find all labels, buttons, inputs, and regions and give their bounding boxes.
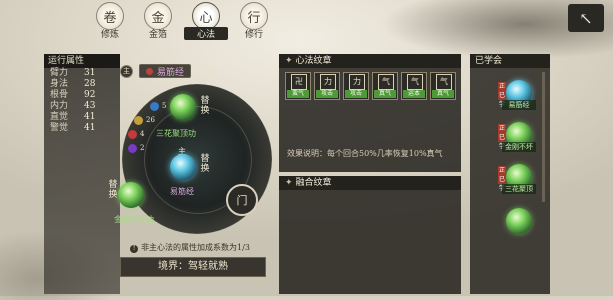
stat-number: 5 [162,102,167,110]
learned-title: 已学会 [470,54,550,68]
attr-name: 直觉 [50,112,69,122]
gold-icon: 金 [144,2,172,30]
stat-marker-icon [128,144,137,153]
realm-label: 境界：驾轻就熟 [120,257,266,277]
practice-icon: 行 [240,2,268,30]
tab-label: 修行 [244,30,263,40]
skill-label: 易筋经 [170,187,194,196]
panel-title-text: 融合纹章 [295,178,332,188]
tab-label: 修炼 [100,30,119,40]
notice-text: ! 非主心法的属性加成系数为1/3 [104,242,276,253]
attr-name: 根骨 [50,90,69,100]
skill-orb-icon [506,208,532,234]
panel-title: ✦ 心法纹章 [279,54,461,68]
learned-skill-item[interactable]: 正已学 三花聚顶 [498,164,536,194]
emblem-tag: 真气 [374,90,396,98]
attr-value: 43 [84,101,96,111]
tab-xiulian[interactable]: 卷 修炼 [88,2,132,42]
learned-skill-item[interactable] [506,208,532,234]
emblem-tag: 蛮气 [287,90,309,98]
skill-label: 金刚不坏功 [114,215,154,224]
back-button[interactable]: ↖ [568,4,604,32]
tab-xiuxing[interactable]: 行 修行 [232,2,276,42]
fusion-emblem-panel: ✦ 融合纹章 [279,176,461,294]
stat-number: 4 [140,130,145,138]
swap-label[interactable]: 替换 [108,180,118,200]
stat-marker-icon [150,102,159,111]
emblem-tag: 攻击 [345,90,367,98]
stat-number: 2 [140,144,145,152]
emblem-tag: 真气 [432,90,454,98]
attr-name: 警觉 [50,123,69,133]
notice-label: 非主心法的属性加成系数为1/3 [141,243,250,252]
scrollbar[interactable] [542,72,545,202]
skill-slot-top[interactable] [170,94,196,120]
attr-value: 92 [84,90,96,100]
emblem-tag: 攻击 [316,90,338,98]
xinfa-emblem-panel: ✦ 心法纹章 卍蛮气 力攻击 力攻击 气真气 气运本 气真气 效果说明：每个回合5… [279,54,461,172]
emblem-slot[interactable]: 卍蛮气 [285,72,311,100]
attr-value: 41 [84,123,96,133]
emblem-icon: 卍 [291,74,307,90]
tab-label: 心法 [184,27,228,40]
gate-button[interactable]: 门 [226,184,258,216]
main-skill-status: 人绝 [197,67,216,78]
learned-skill-name: 易筋经 [502,100,536,110]
stat-number: 26 [146,116,155,124]
learned-skills-panel: 已学会 正已学 易筋经 正已学 金刚不坏 正已学 三花聚顶 [470,54,550,294]
swap-label[interactable]: 替换 [200,96,210,116]
learned-skill-item[interactable]: 正已学 金刚不坏 [498,122,536,152]
main-skill-pill[interactable]: 易筋经 [139,64,192,78]
emblem-icon: 气 [378,74,394,90]
learned-tag: 正已学 [498,82,506,108]
stat-marker-icon [128,130,137,139]
emblem-slot[interactable]: 气运本 [401,72,427,100]
xinfa-orbit-area: 主 易筋经 人绝 替换 三花聚顶功 5 26 4 2 主 替换 易筋经 替换 金… [104,54,276,294]
learned-tag: 正已学 [498,166,506,192]
learned-skill-item[interactable]: 正已学 易筋经 [498,80,536,110]
tab-jinbo[interactable]: 金 金箔 [136,2,180,42]
tab-label: 金箔 [148,30,167,40]
swap-label[interactable]: 替换 [200,154,210,174]
scroll-icon: 卷 [96,2,124,30]
emblem-tag: 运本 [403,90,425,98]
skill-label: 三花聚顶功 [156,129,196,138]
emblem-slot[interactable]: 力攻击 [314,72,340,100]
learned-skill-name: 金刚不坏 [502,142,536,152]
attr-name: 身法 [50,79,69,89]
emblem-icon: 气 [407,74,423,90]
learned-tag: 正已学 [498,124,506,150]
emblem-icon: 气 [436,74,452,90]
star-icon: ✦ [285,56,293,66]
stat-marker-icon [134,116,143,125]
effect-description: 效果说明：每个回合50%几率恢复10%真气 [287,149,443,158]
main-skill-name: 易筋经 [157,67,185,78]
main-skill-header: 主 易筋经 人绝 [120,64,270,78]
learned-skill-name: 三花聚顶 [502,184,536,194]
panel-title-text: 心法纹章 [295,56,332,66]
attr-name: 内力 [50,101,69,111]
emblem-icon: 力 [320,74,336,90]
skill-type-icon [146,67,153,75]
back-arrow-icon: ↖ [579,8,593,28]
mind-icon: 心 [192,2,220,30]
emblem-slot[interactable]: 气真气 [430,72,456,100]
skill-slot-bottom[interactable] [118,182,144,208]
star-icon: ✦ [285,178,293,188]
skill-slot-main[interactable] [170,154,196,180]
emblem-slot[interactable]: 气真气 [372,72,398,100]
emblem-slot[interactable]: 力攻击 [343,72,369,100]
panel-title: ✦ 融合纹章 [279,176,461,190]
attr-name: 臂力 [50,68,69,78]
info-icon: ! [130,245,139,253]
emblem-row: 卍蛮气 力攻击 力攻击 气真气 气运本 气真气 [279,68,461,100]
attr-value: 28 [84,79,96,89]
attr-value: 31 [84,68,96,78]
main-badge: 主 [120,64,133,78]
attr-value: 41 [84,112,96,122]
emblem-icon: 力 [349,74,365,90]
top-tab-bar: 卷 修炼 金 金箔 心 心法 行 修行 [88,2,276,42]
tab-xinfa[interactable]: 心 心法 [184,2,228,42]
gate-icon: 门 [236,194,248,207]
